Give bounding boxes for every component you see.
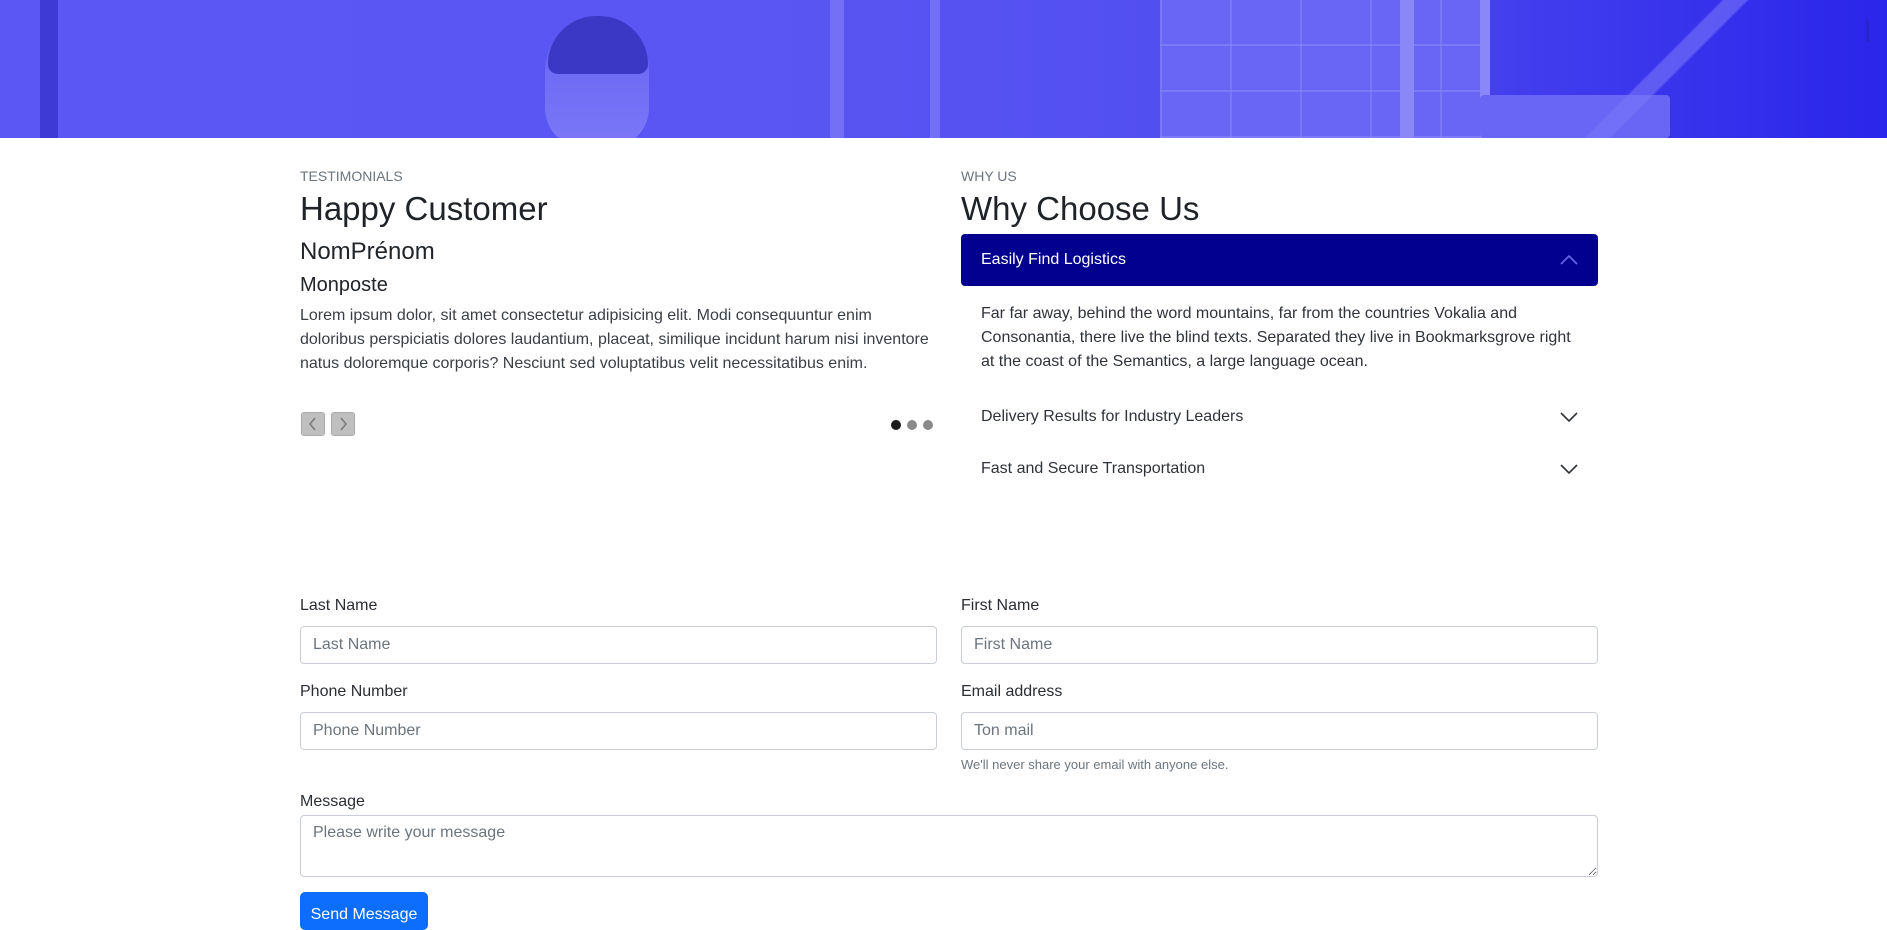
why-us-subheading: WHY US xyxy=(961,168,1017,184)
accordion-item-fast-secure-transportation[interactable]: Fast and Secure Transportation xyxy=(961,443,1598,495)
accordion-item-easily-find-logistics[interactable]: Easily Find Logistics xyxy=(961,234,1598,286)
message-textarea[interactable] xyxy=(300,815,1598,877)
hero-person-hair xyxy=(548,16,648,74)
email-help-text: We'll never share your email with anyone… xyxy=(961,757,1229,772)
why-us-title: Why Choose Us xyxy=(961,190,1200,227)
chevron-down-icon xyxy=(1560,412,1578,423)
phone-input[interactable] xyxy=(300,712,937,750)
testimonials-subheading: TESTIMONIALS xyxy=(300,168,403,184)
accordion-item-label: Easily Find Logistics xyxy=(981,251,1126,268)
accordion-item-delivery-results[interactable]: Delivery Results for Industry Leaders xyxy=(961,391,1598,443)
chevron-left-icon xyxy=(308,417,316,431)
chevron-down-icon xyxy=(1560,464,1578,475)
carousel-dot[interactable] xyxy=(891,420,901,430)
phone-label: Phone Number xyxy=(300,683,408,700)
hero-bg-shelf xyxy=(1400,0,1414,138)
hero-banner xyxy=(0,0,1887,138)
carousel-dot[interactable] xyxy=(923,420,933,430)
email-label: Email address xyxy=(961,683,1063,700)
hero-bg-boxes xyxy=(1160,0,1490,138)
accordion-item-body: Far far away, behind the word mountains,… xyxy=(981,305,1571,370)
customer-name: NomPrénom xyxy=(300,238,435,265)
email-input[interactable] xyxy=(961,712,1598,750)
chevron-right-icon xyxy=(340,417,348,431)
accordion-item-label: Delivery Results for Industry Leaders xyxy=(981,408,1244,425)
carousel-next-button[interactable] xyxy=(331,412,355,436)
hero-bg-beam xyxy=(1560,0,1780,138)
hero-bg-mark xyxy=(1866,20,1869,42)
first-name-label: First Name xyxy=(961,597,1040,614)
message-label: Message xyxy=(300,793,365,810)
accordion-item-label: Fast and Secure Transportation xyxy=(981,460,1206,477)
send-message-button[interactable]: Send Message xyxy=(300,892,428,930)
customer-role: Monposte xyxy=(300,274,388,296)
last-name-input[interactable] xyxy=(300,626,937,664)
carousel-dots xyxy=(891,420,933,430)
chevron-up-icon xyxy=(1560,254,1578,265)
testimonials-title: Happy Customer xyxy=(300,190,548,227)
testimonial-quote: Lorem ipsum dolor, sit amet consectetur … xyxy=(300,307,929,372)
carousel-prev-button[interactable] xyxy=(301,412,325,436)
last-name-label: Last Name xyxy=(300,597,378,614)
carousel-dot[interactable] xyxy=(907,420,917,430)
first-name-input[interactable] xyxy=(961,626,1598,664)
hero-bg-post xyxy=(40,0,58,138)
hero-bg-rack xyxy=(930,0,940,138)
hero-bg-rack xyxy=(830,0,844,138)
